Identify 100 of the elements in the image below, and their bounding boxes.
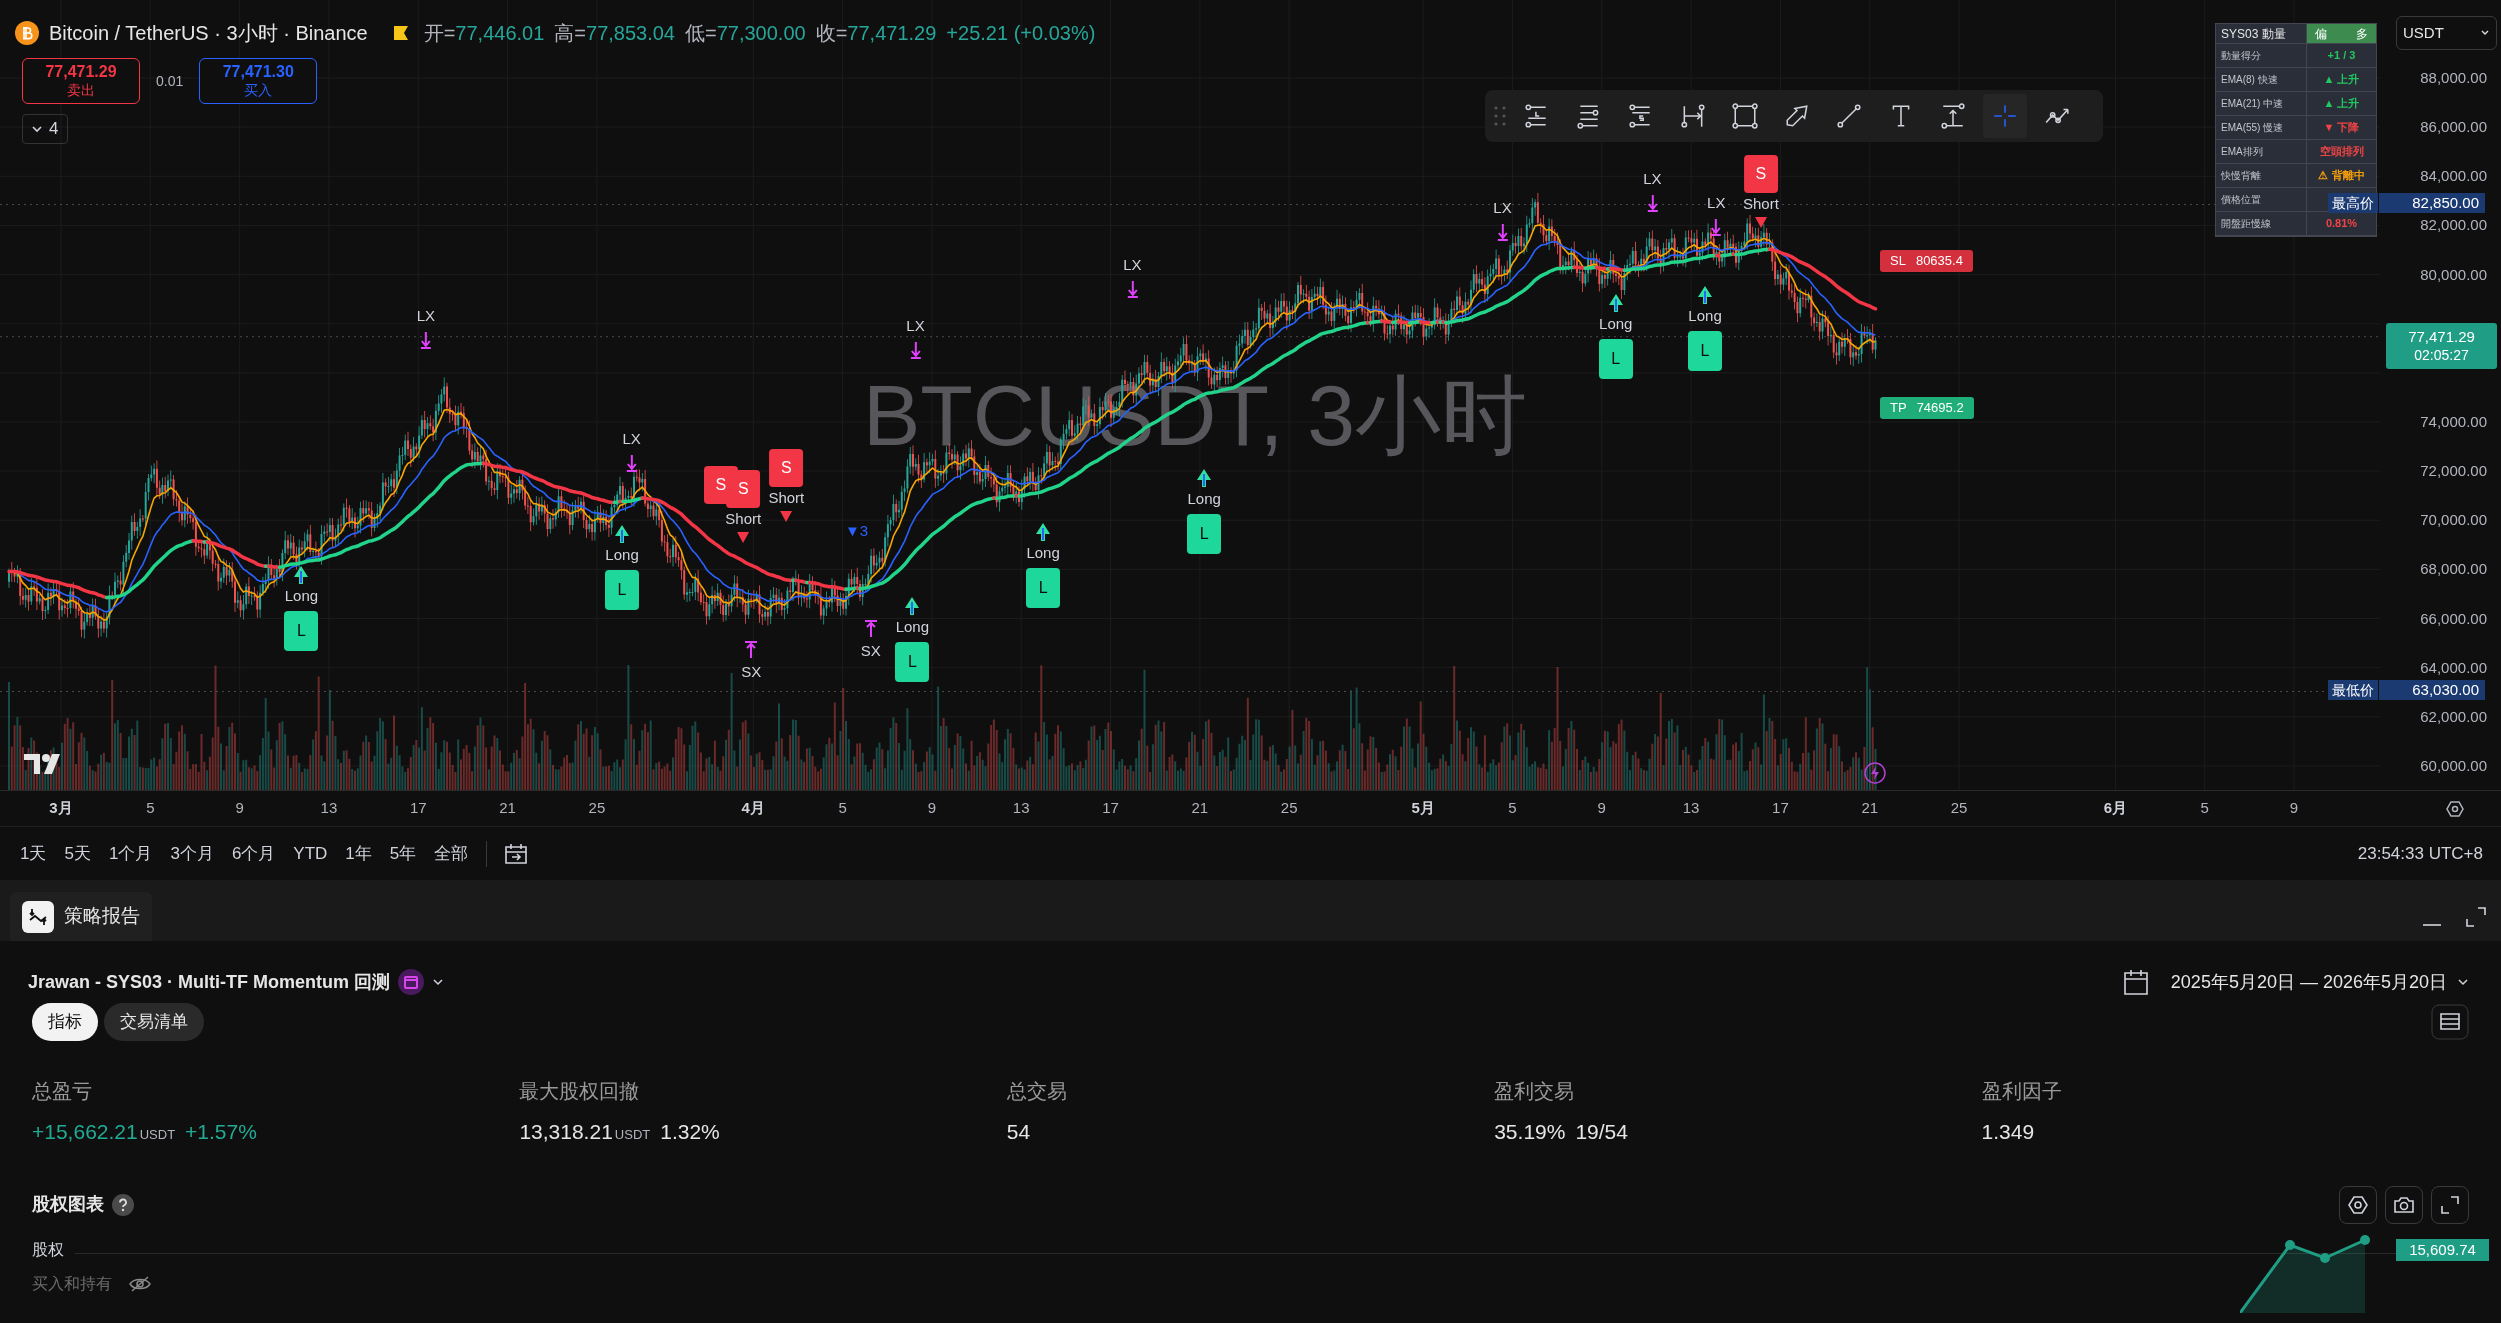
stop-loss-label: SL 80635.4 <box>1880 250 1973 272</box>
price-tick: 74,000.00 <box>2420 412 2487 431</box>
range-button[interactable]: 5年 <box>387 840 419 867</box>
long-tag: L <box>284 611 319 652</box>
price-tick: 64,000.00 <box>2420 658 2487 677</box>
range-button[interactable]: 3个月 <box>168 840 216 867</box>
down-arrow-icon <box>1126 280 1139 299</box>
short-label: Short <box>1742 195 1779 214</box>
exit-label: LX <box>416 307 436 326</box>
up-arrow-icon <box>1697 284 1714 305</box>
down-arrow-icon <box>1496 222 1509 241</box>
list-view-icon[interactable] <box>2431 1004 2469 1040</box>
time-tick: 9 <box>2289 799 2299 817</box>
price-tick: 70,000.00 <box>2420 511 2487 530</box>
range-button[interactable]: YTD <box>291 840 330 867</box>
short-label: Short <box>768 488 805 507</box>
exit-label: SX <box>860 641 881 660</box>
chevron-down-icon[interactable] <box>432 976 445 988</box>
long-tag: L <box>605 569 640 610</box>
camera-button[interactable] <box>2385 1185 2423 1224</box>
report-tab[interactable]: 策略报告 <box>10 892 152 941</box>
ohlc-label: 收= <box>815 21 848 46</box>
down-arrow-icon <box>625 454 638 473</box>
exit-label: LX <box>622 430 641 449</box>
strategy-title[interactable]: Jrawan - SYS03 · Multi-TF Momentum 回测 <box>28 968 391 996</box>
long-label: Long <box>1026 544 1060 563</box>
up-arrow-icon <box>1035 522 1052 543</box>
time-tick: 17 <box>1102 799 1119 817</box>
down-triangle-icon <box>736 529 751 544</box>
lightning-icon[interactable] <box>1864 762 1886 784</box>
range-button[interactable]: 5天 <box>62 840 93 867</box>
table-cell-text: ▼ 下降 <box>2322 120 2361 135</box>
time-tick: 21 <box>1191 799 1209 817</box>
symbol-title[interactable]: Bitcoin / TetherUS · 3小时 · Binance <box>49 18 368 48</box>
buy-button[interactable]: 77,471.30 买入 <box>199 58 318 104</box>
ohlc-value: 77,300.00 <box>716 21 806 46</box>
ohlc-value: 77,446.01 <box>455 21 545 46</box>
calendar-jump-icon[interactable] <box>503 841 530 866</box>
up-arrow-icon <box>293 565 310 586</box>
equity-value-label: 15,609.74 <box>2396 1239 2489 1261</box>
price-range-icon <box>1940 103 1966 129</box>
date-range-button[interactable]: 2025年5月20日 — 2026年5月20日 <box>2170 968 2469 996</box>
settings-button[interactable] <box>2339 1185 2377 1224</box>
settings-icon[interactable] <box>2446 800 2464 818</box>
calendar-badge-icon[interactable] <box>398 969 425 995</box>
table-cell-text: ⚠ 背離中 <box>2317 168 2366 183</box>
long-label: Long <box>284 587 319 606</box>
long-label: Long <box>1187 490 1221 508</box>
legend-label[interactable]: 买入和持有 <box>32 1271 112 1296</box>
ohlc-value: 77,853.04 <box>586 21 675 46</box>
table-cell-text: ▲ 上升 <box>2322 72 2361 87</box>
report-tab-button[interactable]: 指标 <box>32 1003 98 1041</box>
crosshair-icon <box>1992 103 2018 129</box>
maximize-icon[interactable] <box>2465 905 2487 928</box>
time-tick: 4月 <box>741 799 765 817</box>
price-change: +25.21 (+0.03%) <box>946 21 1096 46</box>
fullscreen-button[interactable] <box>2431 1185 2469 1224</box>
legend-label[interactable]: 股权 <box>32 1237 64 1262</box>
price-tick: 82,000.00 <box>2420 216 2487 235</box>
metric-label: 盈利因子 <box>1981 1079 2063 1104</box>
time-tick: 21 <box>499 799 516 817</box>
ohlc-value: 77,471.29 <box>847 21 937 46</box>
exit-label: LX <box>906 316 925 335</box>
indicators-toggle[interactable]: 4 <box>22 114 68 144</box>
range-button[interactable]: 1天 <box>18 840 49 867</box>
price-tick: 66,000.00 <box>2420 609 2487 628</box>
report-tab-button[interactable]: 交易清单 <box>104 1003 204 1041</box>
range-button[interactable]: 1个月 <box>106 840 155 867</box>
down-arrow-icon <box>909 340 922 359</box>
up-arrow-icon <box>863 619 878 638</box>
table-cell-text: +1 / 3 <box>2326 48 2357 63</box>
calendar-icon[interactable] <box>2122 968 2149 996</box>
trend-line-icon <box>1836 103 1862 129</box>
time-tick: 5 <box>2200 799 2209 817</box>
drag-handle-icon[interactable] <box>1493 105 1507 127</box>
time-tick: 5 <box>1508 799 1517 817</box>
short-tag: S <box>769 448 804 487</box>
currency-dropdown[interactable]: USDT <box>2396 16 2497 50</box>
down-arrow-icon <box>1710 218 1723 237</box>
high-price: 82,850.00 <box>2379 192 2485 213</box>
time-tick: 13 <box>1012 799 1030 817</box>
short-label: Short <box>725 509 762 528</box>
range-button[interactable]: 1年 <box>343 840 374 867</box>
down-arrow-icon <box>419 331 432 350</box>
range-button[interactable]: 全部 <box>432 840 471 867</box>
help-icon[interactable] <box>112 1193 134 1216</box>
range-button[interactable]: 6个月 <box>229 840 278 867</box>
time-tick: 5 <box>146 799 155 817</box>
flag-icon[interactable] <box>391 24 410 42</box>
up-arrow-icon <box>744 640 759 659</box>
ohlc-label: 低= <box>685 21 717 46</box>
table-cell: EMA(8) 快速 <box>2216 68 2307 91</box>
price-tick: 80,000.00 <box>2420 265 2487 284</box>
down-arrow-icon <box>1646 194 1659 213</box>
eye-slash-icon[interactable] <box>128 1274 152 1293</box>
time-tick: 5 <box>838 799 847 817</box>
sell-button[interactable]: 77,471.29 卖出 <box>22 58 140 104</box>
metric-value: +15,662.21 <box>32 1119 138 1145</box>
long-label: Long <box>1688 306 1722 325</box>
table-cell: EMA(55) 慢速 <box>2216 116 2307 139</box>
